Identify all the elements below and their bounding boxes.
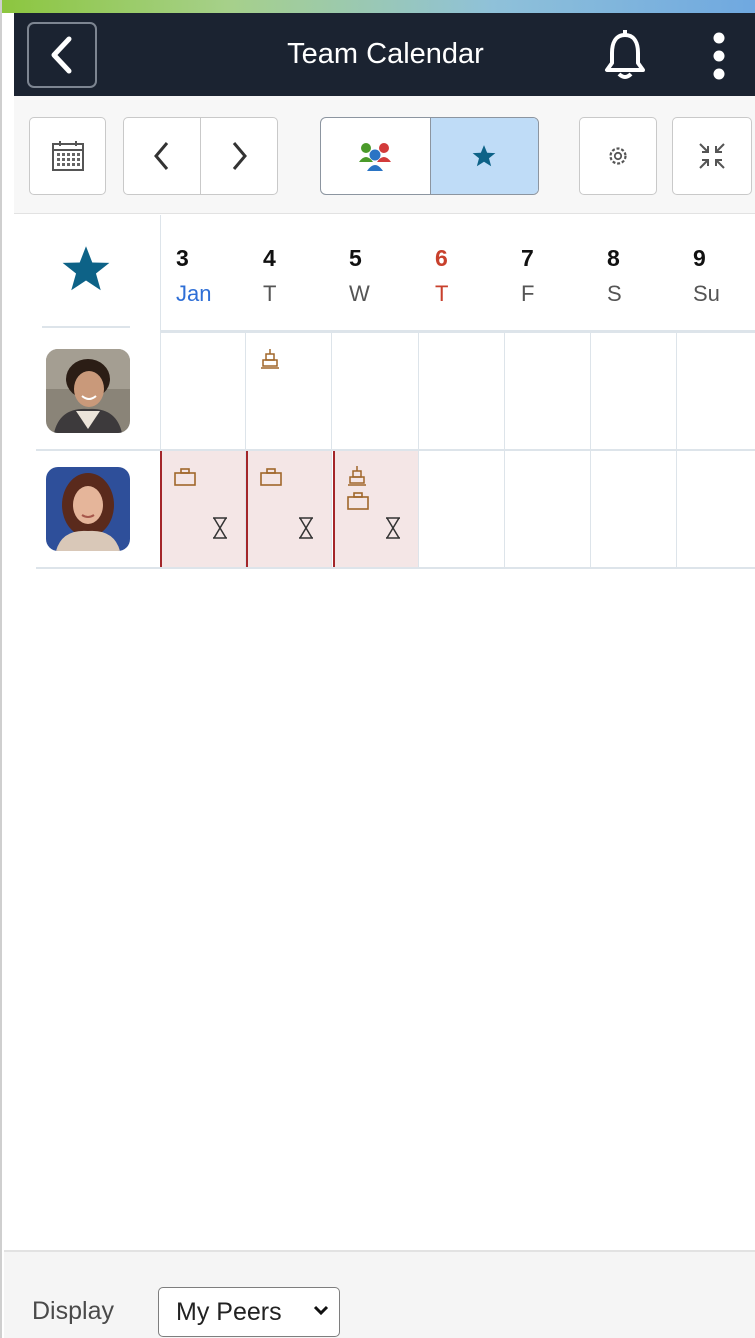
day-cell[interactable] — [505, 451, 591, 567]
previous-button[interactable] — [123, 117, 201, 195]
day-cell[interactable] — [591, 333, 677, 449]
view-toggle — [320, 117, 539, 195]
display-label: Display — [32, 1297, 114, 1325]
team-view-button[interactable] — [321, 118, 430, 194]
day-label: W — [349, 281, 370, 306]
day-label: Su — [693, 281, 720, 306]
day-number: 3 — [176, 245, 189, 271]
gear-icon — [609, 147, 627, 165]
next-button[interactable] — [200, 117, 278, 195]
day-number: 4 — [263, 245, 276, 271]
collapse-button[interactable] — [672, 117, 752, 195]
day-label: S — [607, 281, 622, 306]
day-number: 9 — [693, 245, 706, 271]
holiday-icon — [261, 349, 279, 369]
day-cell[interactable] — [160, 333, 246, 449]
settings-button[interactable] — [579, 117, 657, 195]
leave-day-cell[interactable] — [246, 451, 332, 567]
day-header[interactable]: 3 Jan — [176, 245, 262, 307]
app-frame: Team Calendar 3 Jan 4 T 5 W 6 T 7 F 8 S … — [0, 0, 755, 1338]
holiday-icon — [348, 466, 366, 486]
pending-icon — [299, 517, 313, 539]
day-number: 6 — [435, 245, 448, 271]
person-1-avatar — [46, 349, 130, 433]
day-cell[interactable] — [677, 451, 755, 567]
table-row — [36, 451, 755, 569]
day-header[interactable]: 9 Su — [693, 245, 755, 307]
leave-icon — [347, 492, 369, 510]
leave-day-cell[interactable] — [333, 451, 419, 567]
avatar[interactable] — [46, 467, 130, 551]
day-header[interactable]: 8 S — [607, 245, 693, 307]
day-header[interactable]: 4 T — [263, 245, 349, 307]
leave-icon — [260, 468, 282, 486]
calendar-icon — [51, 141, 84, 171]
star-icon — [472, 145, 496, 167]
star-icon — [62, 246, 110, 291]
day-cell[interactable] — [246, 333, 332, 449]
header-bar: Team Calendar — [14, 13, 755, 96]
day-header-today[interactable]: 6 T — [435, 245, 521, 307]
day-number: 8 — [607, 245, 620, 271]
brand-stripe — [2, 0, 755, 13]
avatar[interactable] — [46, 349, 130, 433]
calendar-picker-button[interactable] — [29, 117, 106, 195]
day-number: 5 — [349, 245, 362, 271]
day-header[interactable]: 5 W — [349, 245, 435, 307]
chevron-right-icon — [232, 142, 247, 170]
day-label: F — [521, 281, 535, 306]
day-header[interactable]: 7 F — [521, 245, 607, 307]
divider — [42, 326, 130, 328]
chevron-left-icon — [154, 142, 169, 170]
person-2-avatar — [46, 467, 130, 551]
pending-icon — [213, 517, 227, 539]
footer-bar: Display My Peers — [4, 1250, 755, 1338]
day-cell[interactable] — [419, 451, 505, 567]
favorites-view-button[interactable] — [429, 118, 538, 194]
toolbar — [14, 96, 755, 214]
display-select-value: My Peers — [176, 1297, 282, 1326]
favorites-column-header — [38, 215, 161, 335]
chevron-down-icon — [313, 1305, 329, 1316]
leave-day-cell[interactable] — [160, 451, 246, 567]
day-cell[interactable] — [591, 451, 677, 567]
people-icon — [359, 143, 392, 171]
display-select[interactable]: My Peers — [158, 1287, 340, 1337]
day-cell[interactable] — [333, 333, 419, 449]
day-number: 7 — [521, 245, 534, 271]
day-label: Jan — [176, 281, 212, 306]
collapse-icon — [699, 143, 725, 169]
day-label: T — [435, 281, 449, 306]
day-cell[interactable] — [505, 333, 591, 449]
day-label: T — [263, 281, 277, 306]
bell-icon[interactable] — [602, 29, 648, 81]
pending-icon — [386, 517, 400, 539]
leave-icon — [174, 468, 196, 486]
more-options-icon[interactable] — [712, 31, 726, 81]
calendar-grid: 3 Jan 4 T 5 W 6 T 7 F 8 S 9 Su — [14, 215, 755, 569]
table-row — [36, 333, 755, 451]
day-cell[interactable] — [677, 333, 755, 449]
day-cell[interactable] — [419, 333, 505, 449]
